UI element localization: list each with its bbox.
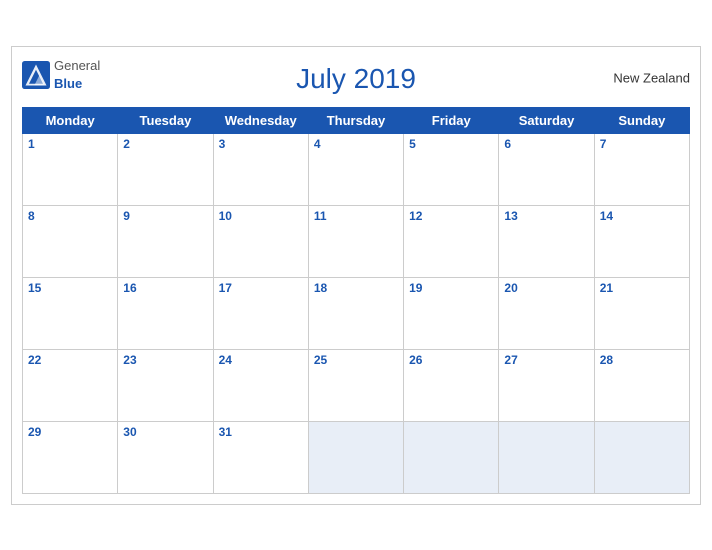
date-number: 20 (504, 281, 588, 295)
day-cell: 31 (213, 421, 308, 493)
logo-blue: Blue (54, 76, 82, 91)
day-cell: 10 (213, 205, 308, 277)
date-number: 12 (409, 209, 493, 223)
calendar-grid: Monday Tuesday Wednesday Thursday Friday… (22, 107, 690, 494)
day-cell (404, 421, 499, 493)
header-monday: Monday (23, 107, 118, 133)
date-number: 22 (28, 353, 112, 367)
date-number: 3 (219, 137, 303, 151)
day-cell: 12 (404, 205, 499, 277)
day-cell: 8 (23, 205, 118, 277)
day-cell: 30 (118, 421, 213, 493)
date-number: 6 (504, 137, 588, 151)
calendar-title: July 2019 (296, 63, 416, 95)
day-cell: 27 (499, 349, 594, 421)
day-cell: 2 (118, 133, 213, 205)
day-cell: 26 (404, 349, 499, 421)
date-number: 10 (219, 209, 303, 223)
country-label: New Zealand (613, 70, 690, 85)
calendar-body: 1234567891011121314151617181920212223242… (23, 133, 690, 493)
generalblue-logo-icon (22, 61, 50, 89)
day-cell (594, 421, 689, 493)
date-number: 4 (314, 137, 398, 151)
date-number: 31 (219, 425, 303, 439)
date-number: 30 (123, 425, 207, 439)
week-row-4: 22 23 24 25 26 27 28 (23, 349, 690, 421)
calendar-wrapper: General Blue July 2019 New Zealand Monda… (11, 46, 701, 505)
date-number: 24 (219, 353, 303, 367)
day-cell: 15 (23, 277, 118, 349)
date-number: 8 (28, 209, 112, 223)
day-cell (308, 421, 403, 493)
day-cell: 13 (499, 205, 594, 277)
logo-area: General Blue (22, 57, 100, 93)
day-cell: 5 (404, 133, 499, 205)
day-cell: 6 (499, 133, 594, 205)
date-number: 26 (409, 353, 493, 367)
day-cell: 28 (594, 349, 689, 421)
day-cell: 4 (308, 133, 403, 205)
date-number: 29 (28, 425, 112, 439)
date-number: 2 (123, 137, 207, 151)
date-number: 9 (123, 209, 207, 223)
date-number: 18 (314, 281, 398, 295)
day-cell: 7 (594, 133, 689, 205)
day-cell (499, 421, 594, 493)
day-cell: 14 (594, 205, 689, 277)
week-row-5: 29 30 31 (23, 421, 690, 493)
weekday-header-row: Monday Tuesday Wednesday Thursday Friday… (23, 107, 690, 133)
date-number: 23 (123, 353, 207, 367)
date-number: 1 (28, 137, 112, 151)
date-number: 13 (504, 209, 588, 223)
day-cell: 16 (118, 277, 213, 349)
header-thursday: Thursday (308, 107, 403, 133)
calendar-header: General Blue July 2019 New Zealand (22, 57, 690, 99)
day-cell: 23 (118, 349, 213, 421)
date-number: 7 (600, 137, 684, 151)
date-number: 21 (600, 281, 684, 295)
day-cell: 18 (308, 277, 403, 349)
date-number: 17 (219, 281, 303, 295)
date-number: 14 (600, 209, 684, 223)
day-cell: 21 (594, 277, 689, 349)
day-cell: 29 (23, 421, 118, 493)
date-number: 5 (409, 137, 493, 151)
day-cell: 3 (213, 133, 308, 205)
day-cell: 22 (23, 349, 118, 421)
header-sunday: Sunday (594, 107, 689, 133)
header-tuesday: Tuesday (118, 107, 213, 133)
date-number: 27 (504, 353, 588, 367)
logo-text: General Blue (54, 57, 100, 93)
day-cell: 1 (23, 133, 118, 205)
header-wednesday: Wednesday (213, 107, 308, 133)
day-cell: 24 (213, 349, 308, 421)
date-number: 25 (314, 353, 398, 367)
header-friday: Friday (404, 107, 499, 133)
date-number: 16 (123, 281, 207, 295)
day-cell: 17 (213, 277, 308, 349)
week-row-2: 89 10 11 12 13 14 (23, 205, 690, 277)
date-number: 11 (314, 209, 398, 223)
date-number: 28 (600, 353, 684, 367)
day-cell: 25 (308, 349, 403, 421)
day-cell: 11 (308, 205, 403, 277)
day-cell: 20 (499, 277, 594, 349)
week-row-1: 1234567 (23, 133, 690, 205)
day-cell: 19 (404, 277, 499, 349)
logo-general: General (54, 58, 100, 73)
week-row-3: 15 16 17 18 19 20 21 (23, 277, 690, 349)
date-number: 19 (409, 281, 493, 295)
date-number: 15 (28, 281, 112, 295)
header-saturday: Saturday (499, 107, 594, 133)
day-cell: 9 (118, 205, 213, 277)
